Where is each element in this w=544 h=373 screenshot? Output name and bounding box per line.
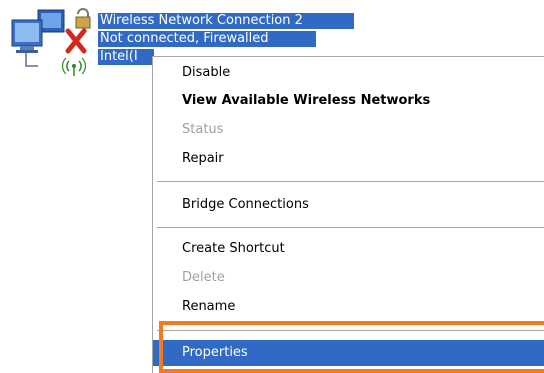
menu-separator — [157, 227, 544, 228]
properties-highlight-box — [159, 321, 544, 373]
menu-item-bridge-connections[interactable]: Bridge Connections — [153, 192, 544, 218]
menu-item-create-shortcut[interactable]: Create Shortcut — [153, 236, 544, 262]
menu-separator — [157, 181, 544, 182]
menu-item-status[interactable]: Status — [153, 117, 544, 143]
menu-item-disable[interactable]: Disable — [153, 60, 544, 86]
firewall-lock-icon — [75, 8, 91, 29]
network-connection-icon[interactable] — [8, 6, 96, 80]
disconnected-x-icon — [65, 28, 87, 54]
wireless-signal-icon — [62, 57, 86, 76]
connection-adapter: Intel(I — [98, 49, 154, 65]
menu-item-repair[interactable]: Repair — [153, 146, 544, 172]
menu-item-view-wireless-networks[interactable]: View Available Wireless Networks — [153, 88, 544, 114]
menu-item-delete[interactable]: Delete — [153, 265, 544, 291]
connection-status: Not connected, Firewalled — [98, 31, 316, 47]
connection-name: Wireless Network Connection 2 — [98, 13, 354, 29]
menu-item-rename[interactable]: Rename — [153, 294, 544, 320]
